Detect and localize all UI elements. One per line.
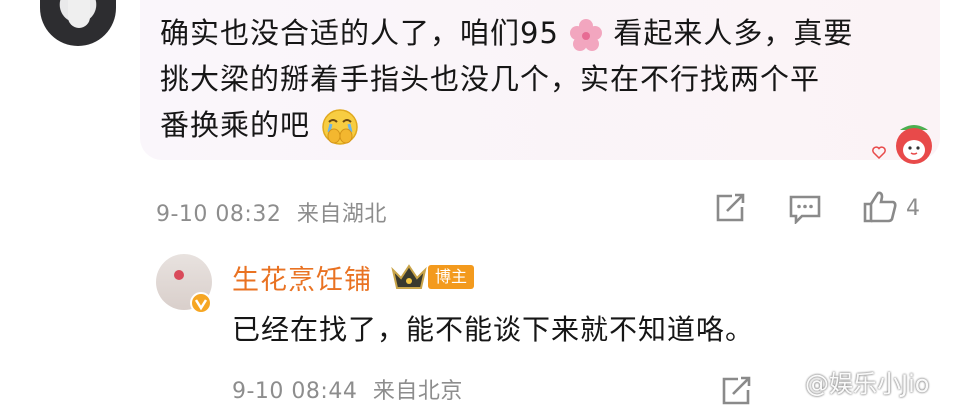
- strawberry-sticker-icon: [896, 125, 932, 164]
- reply-text: 已经在找了，能不能谈下来就不知道咯。: [232, 313, 755, 346]
- comment-text-line-2: 挑大梁的掰着手指头也没几个，实在不行找两个平: [160, 62, 821, 96]
- crown-icon: [391, 264, 427, 289]
- crying-emoji-icon: [322, 109, 358, 145]
- comment-text-line-1a: 确实也没合适的人了，咱们95: [160, 16, 559, 50]
- share-icon[interactable]: [714, 193, 746, 223]
- comment-icon[interactable]: [788, 194, 822, 224]
- avatar[interactable]: [40, 0, 116, 46]
- author-badge: 博主: [428, 265, 474, 289]
- comment-text-line-3: 番换乘的吧: [160, 108, 311, 142]
- verified-badge-icon: [190, 292, 212, 314]
- comment-location: 来自湖北: [296, 202, 387, 227]
- comment-text: 确实也没合适的人了，咱们95 看起来人多，真要 挑大梁的掰着手指头也没几个，实在…: [160, 10, 930, 148]
- comment-time: 9-10 08:32: [156, 202, 282, 227]
- heart-icon: [872, 146, 886, 159]
- comment-text-line-1b: 看起来人多，真要: [613, 16, 854, 50]
- reply-time: 9-10 08:44: [232, 379, 358, 404]
- cherry-blossom-icon: [570, 19, 603, 51]
- like-icon[interactable]: [862, 190, 898, 224]
- reply-meta: 9-10 08:44 来自北京: [232, 373, 463, 405]
- reply-author[interactable]: 生花烹饪铺: [232, 258, 372, 297]
- comment-meta: 9-10 08:32 来自湖北: [156, 196, 387, 228]
- like-count: 4: [906, 196, 920, 221]
- watermark: @娱乐小Jio: [805, 370, 930, 398]
- reply-share-icon[interactable]: [720, 376, 752, 406]
- reply-location: 来自北京: [372, 379, 463, 404]
